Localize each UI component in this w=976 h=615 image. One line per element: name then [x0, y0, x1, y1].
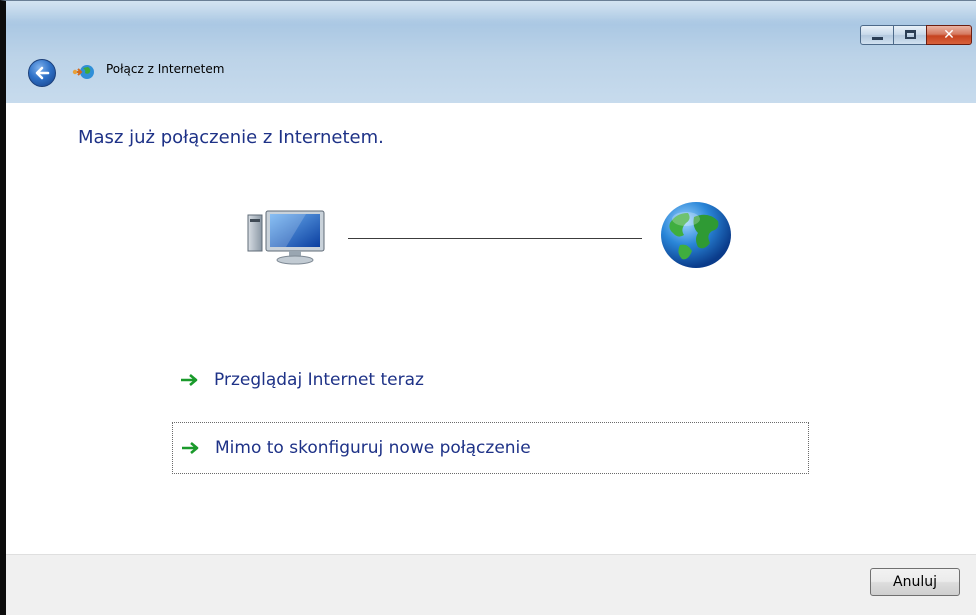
content-area: Masz już połączenie z Internetem. Przegl… [6, 103, 976, 615]
green-arrow-icon [181, 374, 198, 386]
minimize-icon [872, 37, 883, 40]
cancel-button[interactable]: Anuluj [870, 568, 960, 596]
computer-icon [247, 210, 325, 265]
caption-buttons: ✕ [860, 25, 972, 45]
title-bar[interactable]: ✕ Połącz z Internetem [6, 1, 976, 103]
minimize-button[interactable] [860, 25, 894, 45]
close-button[interactable]: ✕ [926, 25, 972, 45]
page-heading: Masz już połączenie z Internetem. [78, 127, 384, 148]
browse-internet-label: Przeglądaj Internet teraz [214, 370, 424, 390]
globe-icon [661, 202, 731, 268]
back-arrow-icon [35, 66, 50, 80]
maximize-icon [905, 30, 916, 39]
browse-internet-option[interactable]: Przeglądaj Internet teraz [172, 354, 809, 406]
title-bar-glare [6, 1, 976, 25]
green-arrow-icon [182, 442, 199, 454]
dialog-footer: Anuluj [6, 554, 976, 615]
connection-line [348, 238, 642, 239]
network-globe-icon [72, 65, 94, 79]
maximize-button[interactable] [893, 25, 927, 45]
back-button[interactable] [28, 59, 56, 87]
setup-new-connection-option[interactable]: Mimo to skonfiguruj nowe połączenie [172, 422, 809, 474]
window-title: Połącz z Internetem [106, 62, 225, 76]
close-icon: ✕ [943, 27, 955, 43]
setup-new-connection-label: Mimo to skonfiguruj nowe połączenie [215, 438, 531, 458]
dialog-window: ✕ Połącz z Internetem Masz już połączeni… [0, 0, 976, 615]
